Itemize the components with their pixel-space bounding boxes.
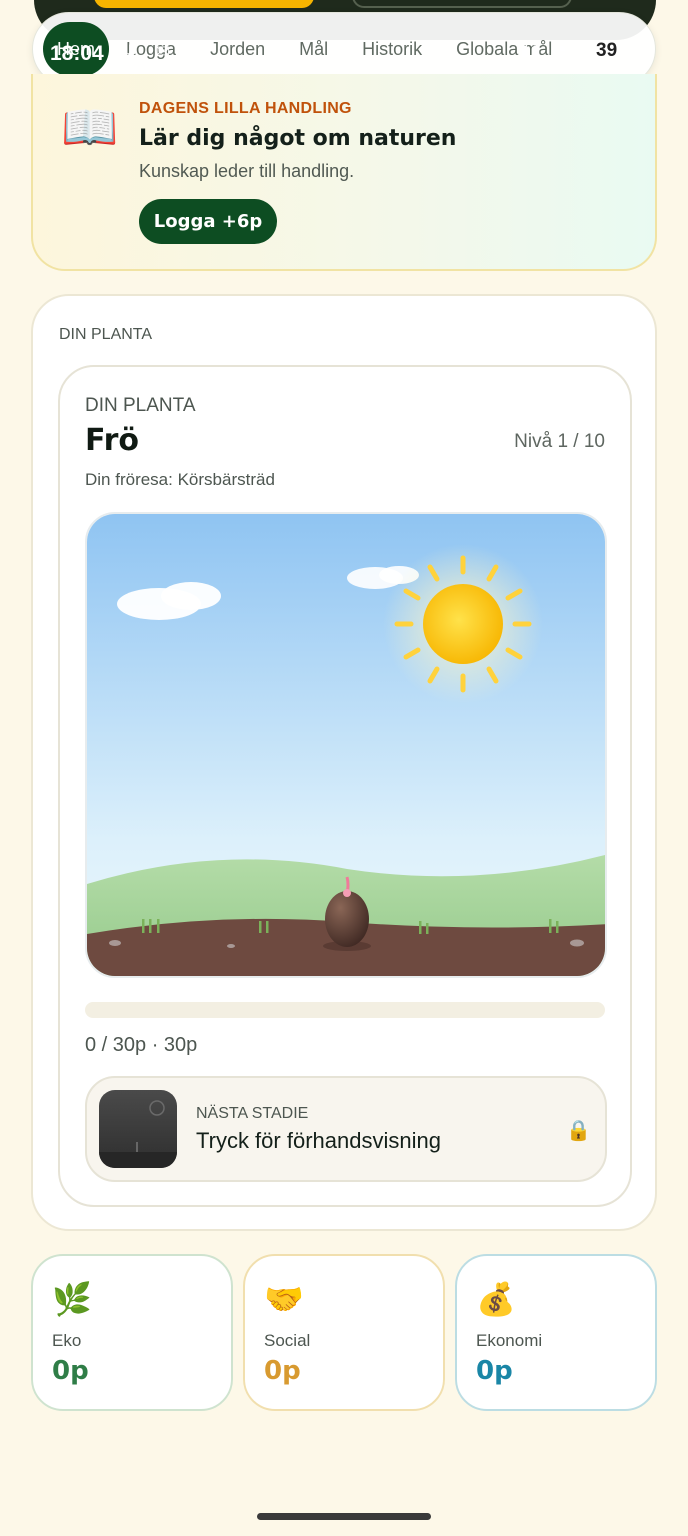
score-name: Social xyxy=(264,1331,311,1350)
score-card-ekonomi[interactable]: 💰 Ekonomi 0p xyxy=(455,1254,657,1411)
score-name: Eko xyxy=(52,1331,82,1350)
plant-progress-text: 0 / 30p · 30p xyxy=(85,1034,198,1056)
daily-title: Lär dig något om naturen xyxy=(139,126,457,151)
daily-subtitle: Kunskap leder till handling. xyxy=(139,161,355,181)
next-stage-label: NÄSTA STADIE xyxy=(196,1105,309,1122)
nav-item-historik[interactable]: Historik xyxy=(345,39,439,60)
home-indicator[interactable] xyxy=(257,1513,431,1520)
daily-action-card: 📖 DAGENS LILLA HANDLING Lär dig något om… xyxy=(31,74,657,271)
score-card-eko[interactable]: 🌿 Eko 0p xyxy=(31,1254,233,1411)
nav-item-mal[interactable]: Mål xyxy=(282,39,345,60)
score-value: 0p xyxy=(264,1356,301,1386)
banner-yellow-button[interactable] xyxy=(94,0,314,8)
money-bag-icon: 💰 xyxy=(476,1280,516,1318)
handshake-icon: 🤝 xyxy=(264,1280,304,1318)
score-name: Ekonomi xyxy=(476,1331,543,1350)
next-stage-preview[interactable]: NÄSTA STADIE Tryck för förhandsvisning 🔒 xyxy=(85,1076,607,1182)
battery-level: 39 xyxy=(596,40,618,61)
score-value: 0p xyxy=(52,1356,89,1386)
notification-icons: ⬇ ✉ xyxy=(124,42,176,62)
next-stage-thumbnail xyxy=(99,1090,177,1168)
status-time: 18:04 xyxy=(50,42,104,65)
log-action-button[interactable]: Logga +6p xyxy=(139,199,277,244)
plant-stage: Frö xyxy=(85,423,139,458)
plant-section: DIN PLANTA DIN PLANTA Frö Nivå 1 / 10 Di… xyxy=(31,294,657,1231)
plant-level: Nivå 1 / 10 xyxy=(514,431,605,452)
banner-outline-button[interactable] xyxy=(352,0,572,8)
next-stage-action: Tryck för förhandsvisning xyxy=(196,1128,441,1153)
score-value: 0p xyxy=(476,1356,513,1386)
sun-icon xyxy=(383,544,543,704)
signal-icon: ▮▮ ◔ xyxy=(520,41,571,59)
plant-journey: Din fröresa: Körsbärsträd xyxy=(85,470,275,489)
lock-icon: 🔒 xyxy=(566,1118,591,1142)
book-icon: 📖 xyxy=(61,100,119,154)
nav-item-jorden[interactable]: Jorden xyxy=(193,39,282,60)
section-title: DIN PLANTA xyxy=(59,326,153,343)
leaf-icon: 🌿 xyxy=(52,1280,92,1318)
plant-card-label: DIN PLANTA xyxy=(85,395,196,416)
plant-card[interactable]: DIN PLANTA Frö Nivå 1 / 10 Din fröresa: … xyxy=(58,365,632,1207)
daily-tag: DAGENS LILLA HANDLING xyxy=(139,100,352,117)
score-card-social[interactable]: 🤝 Social 0p xyxy=(243,1254,445,1411)
plant-scene[interactable] xyxy=(85,512,607,978)
plant-progress-bar xyxy=(85,1002,605,1018)
